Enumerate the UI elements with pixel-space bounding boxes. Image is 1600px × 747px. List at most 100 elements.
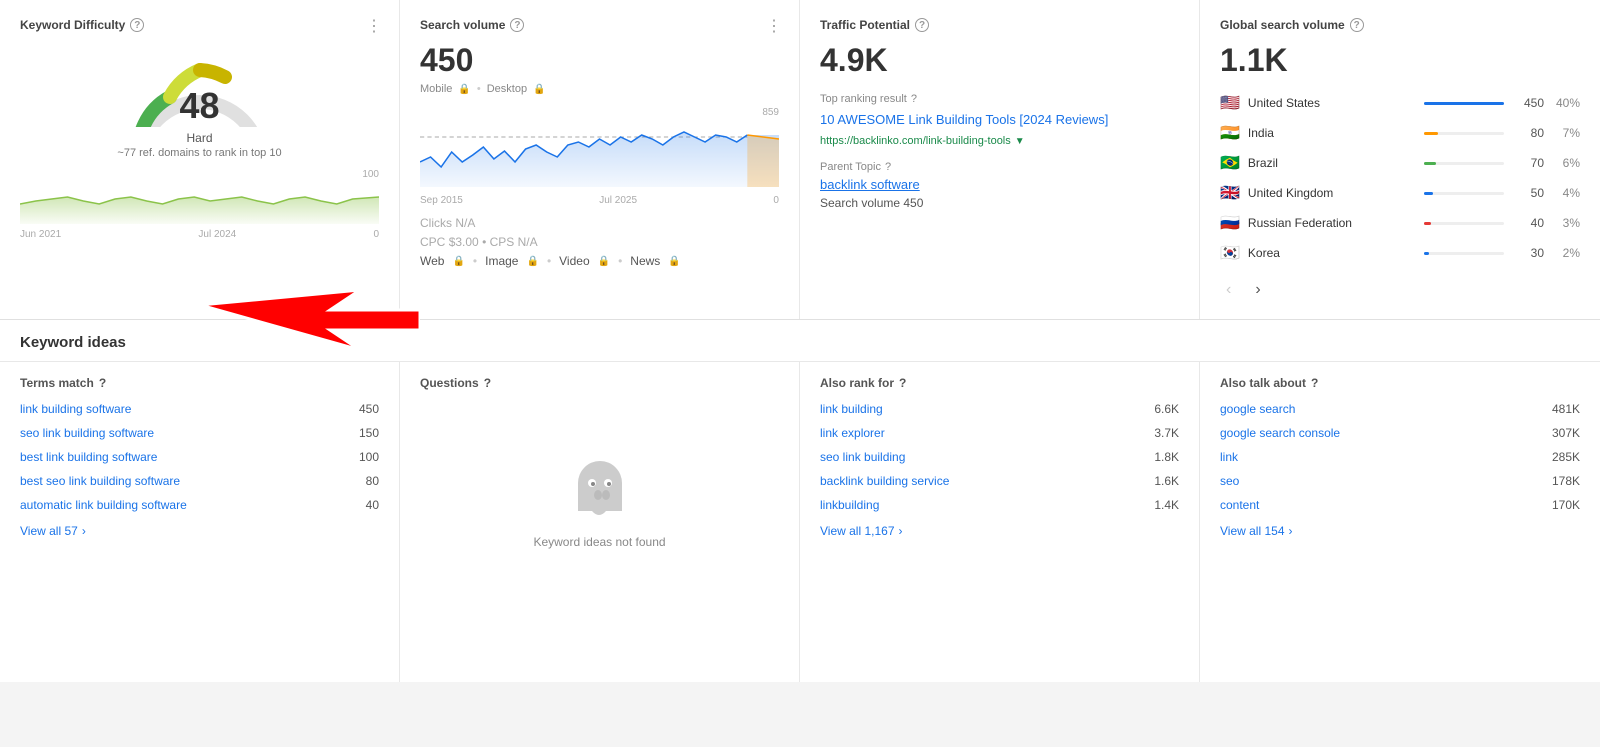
keyword-value: 6.6K xyxy=(1154,402,1179,416)
gsv-prev-button[interactable]: ‹ xyxy=(1220,279,1237,301)
mobile-lock-icon: 🔒 xyxy=(458,84,470,95)
also-talk-view-all[interactable]: View all 154 › xyxy=(1220,524,1580,538)
keyword-value: 450 xyxy=(359,402,379,416)
questions-panel: Questions ? Keyword ideas not found xyxy=(400,362,800,682)
terms-match-help-icon[interactable]: ? xyxy=(99,376,106,390)
keyword-link[interactable]: google search xyxy=(1220,402,1295,416)
keyword-link[interactable]: google search console xyxy=(1220,426,1340,440)
tp-help-icon[interactable]: ? xyxy=(915,18,929,32)
sv-clicks-row: Clicks N/A xyxy=(420,216,779,230)
keyword-link[interactable]: best link building software xyxy=(20,450,157,464)
keyword-link[interactable]: seo xyxy=(1220,474,1239,488)
tp-ranking-help-icon[interactable]: ? xyxy=(911,93,917,105)
sv-title: Search volume ? xyxy=(420,18,779,32)
also-talk-help-icon[interactable]: ? xyxy=(1311,376,1318,390)
country-bar xyxy=(1424,102,1504,105)
also-rank-list: link building 6.6K link explorer 3.7K se… xyxy=(820,402,1179,512)
global-search-volume-panel: Global search volume ? 1.1K 🇺🇸 United St… xyxy=(1200,0,1600,319)
keyword-value: 481K xyxy=(1552,402,1580,416)
country-flag: 🇬🇧 xyxy=(1220,183,1240,203)
list-item: best seo link building software 80 xyxy=(20,474,379,488)
sv-chart-svg xyxy=(420,107,779,187)
also-rank-help-icon[interactable]: ? xyxy=(899,376,906,390)
bottom-section: Keyword ideas Terms match ? link buildin… xyxy=(0,320,1600,682)
questions-empty-text: Keyword ideas not found xyxy=(533,535,665,549)
keyword-link[interactable]: link xyxy=(1220,450,1238,464)
gsv-next-button[interactable]: › xyxy=(1249,279,1266,301)
country-bar-container xyxy=(1424,162,1504,165)
tp-parent-link[interactable]: backlink software xyxy=(820,177,920,192)
also-rank-for-panel: Also rank for ? link building 6.6K link … xyxy=(800,362,1200,682)
keyword-value: 307K xyxy=(1552,426,1580,440)
keyword-link[interactable]: best seo link building software xyxy=(20,474,180,488)
kd-help-icon[interactable]: ? xyxy=(130,18,144,32)
kd-sublabel: ~77 ref. domains to rank in top 10 xyxy=(117,147,281,159)
sparkline-top-label: 100 xyxy=(362,169,379,180)
sv-help-icon[interactable]: ? xyxy=(510,18,524,32)
keyword-value: 100 xyxy=(359,450,379,464)
country-value: 30 xyxy=(1512,246,1544,260)
keyword-link[interactable]: link building software xyxy=(20,402,131,416)
keyword-value: 150 xyxy=(359,426,379,440)
keyword-ideas-header-section: Keyword ideas xyxy=(0,320,1600,362)
sparkline-date-labels: Jun 2021 Jul 2024 0 xyxy=(20,229,379,240)
tp-parent-help-icon[interactable]: ? xyxy=(885,161,891,173)
keyword-link[interactable]: automatic link building software xyxy=(20,498,187,512)
gsv-value: 1.1K xyxy=(1220,42,1580,79)
country-value: 80 xyxy=(1512,126,1544,140)
kd-sparkline: 100 Jun 2021 Jul 2024 0 xyxy=(20,169,379,229)
also-rank-chevron: › xyxy=(899,524,903,538)
also-talk-about-panel: Also talk about ? google search 481K goo… xyxy=(1200,362,1600,682)
terms-match-view-all[interactable]: View all 57 › xyxy=(20,524,379,538)
also-talk-about-title: Also talk about ? xyxy=(1220,376,1580,390)
country-row: 🇧🇷 Brazil 70 6% xyxy=(1220,153,1580,173)
country-bar xyxy=(1424,162,1436,165)
keyword-value: 40 xyxy=(366,498,379,512)
gsv-title: Global search volume ? xyxy=(1220,18,1580,32)
keyword-link[interactable]: seo link building xyxy=(820,450,905,464)
ghost-icon xyxy=(570,455,630,525)
terms-match-chevron: › xyxy=(82,524,86,538)
country-bar-container xyxy=(1424,102,1504,105)
sv-subtitle: Mobile 🔒 • Desktop 🔒 xyxy=(420,83,779,95)
country-row: 🇰🇷 Korea 30 2% xyxy=(1220,243,1580,263)
also-rank-view-all[interactable]: View all 1,167 › xyxy=(820,524,1179,538)
gsv-help-icon[interactable]: ? xyxy=(1350,18,1364,32)
country-name: Brazil xyxy=(1248,156,1416,170)
country-name: Korea xyxy=(1248,246,1416,260)
keyword-link[interactable]: linkbuilding xyxy=(820,498,879,512)
country-bar xyxy=(1424,252,1429,255)
sv-menu[interactable]: ⋮ xyxy=(766,16,783,36)
keyword-value: 80 xyxy=(366,474,379,488)
also-rank-for-title: Also rank for ? xyxy=(820,376,1179,390)
list-item: automatic link building software 40 xyxy=(20,498,379,512)
list-item: best link building software 100 xyxy=(20,450,379,464)
country-bar xyxy=(1424,132,1438,135)
kd-title: Keyword Difficulty ? xyxy=(20,18,379,32)
list-item: seo link building software 150 xyxy=(20,426,379,440)
country-flag: 🇰🇷 xyxy=(1220,243,1240,263)
image-lock-icon: 🔒 xyxy=(526,256,538,267)
questions-empty-state: Keyword ideas not found xyxy=(420,402,779,602)
keyword-link[interactable]: backlink building service xyxy=(820,474,949,488)
tp-url-arrow: ▼ xyxy=(1015,136,1025,147)
kd-value: 48 xyxy=(179,85,219,127)
country-percent: 6% xyxy=(1552,156,1580,170)
keyword-value: 3.7K xyxy=(1154,426,1179,440)
keyword-link[interactable]: link building xyxy=(820,402,883,416)
list-item: google search console 307K xyxy=(1220,426,1580,440)
keyword-link[interactable]: content xyxy=(1220,498,1259,512)
kd-gauge: 48 Hard ~77 ref. domains to rank in top … xyxy=(20,42,379,159)
country-flag: 🇺🇸 xyxy=(1220,93,1240,113)
sv-chart: 859 xyxy=(420,107,779,187)
kd-label: Hard xyxy=(186,131,212,145)
country-value: 70 xyxy=(1512,156,1544,170)
keyword-link[interactable]: seo link building software xyxy=(20,426,154,440)
country-bar-container xyxy=(1424,132,1504,135)
bottom-grid: Terms match ? link building software 450… xyxy=(0,362,1600,682)
sv-cpc-row: CPC $3.00 • CPS N/A xyxy=(420,235,779,249)
keyword-link[interactable]: link explorer xyxy=(820,426,885,440)
kd-menu[interactable]: ⋮ xyxy=(366,16,383,36)
questions-help-icon[interactable]: ? xyxy=(484,376,491,390)
tp-ranking-title[interactable]: 10 AWESOME Link Building Tools [2024 Rev… xyxy=(820,111,1179,129)
